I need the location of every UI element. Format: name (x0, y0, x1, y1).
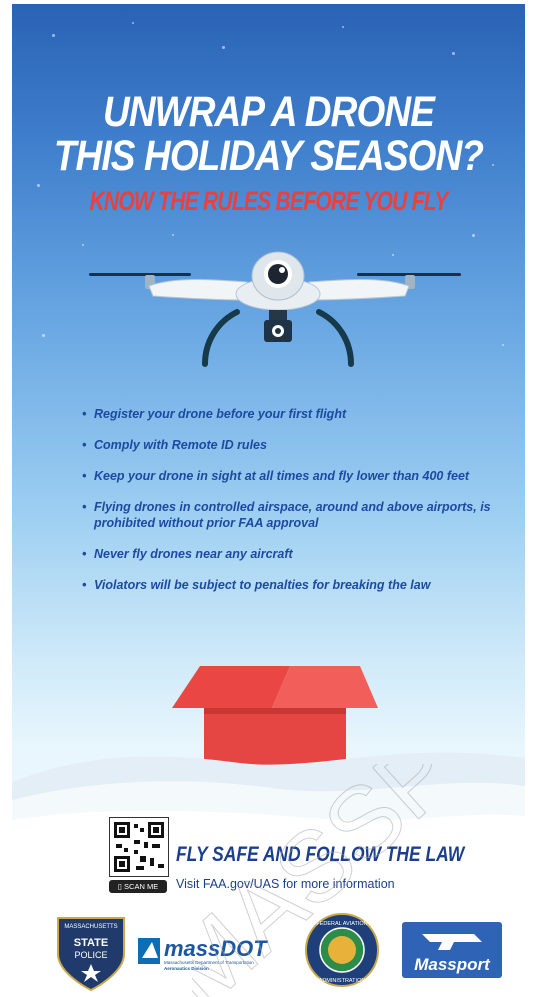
subheadline: KNOW THE RULES BEFORE YOU FLY (89, 186, 448, 216)
rule-item: • Comply with Remote ID rules (82, 438, 267, 452)
phone-icon: ▯ (117, 882, 122, 891)
qr-code-icon[interactable] (109, 817, 169, 877)
svg-text:FEDERAL AVIATION: FEDERAL AVIATION (316, 921, 367, 927)
svg-text:ADMINISTRATION: ADMINISTRATION (319, 978, 366, 984)
poster: UNWRAP A DRONE THIS HOLIDAY SEASON? KNOW… (12, 4, 525, 997)
massdot-logo: massDOT Massachusetts Department of Tran… (138, 936, 268, 971)
state-police-logo: MASSACHUSETTS STATE POLICE (57, 917, 125, 992)
rule-item: • Keep your drone in sight at all times a… (82, 469, 470, 483)
rule-item: • Violators will be subject to penalties … (82, 578, 431, 592)
fly-safe-tagline: FLY SAFE AND FOLLOW THE LAW (176, 843, 465, 866)
massport-logo: Massport (402, 922, 502, 978)
scan-me-badge[interactable]: ▯ SCAN ME (109, 880, 167, 893)
svg-text:Aeronautics Division: Aeronautics Division (164, 966, 209, 971)
drone-icon (89, 251, 461, 367)
svg-text:MASSACHUSETTS: MASSACHUSETTS (64, 924, 117, 930)
svg-text:STATE: STATE (74, 937, 108, 949)
rules-list: • Register your drone before your first f… (82, 406, 502, 593)
faa-seal-logo: FEDERAL AVIATION ADMINISTRATION (305, 913, 379, 987)
svg-text:massDOT: massDOT (164, 936, 268, 961)
headline-line-1: UNWRAP A DRONE (102, 88, 435, 136)
svg-text:Massport: Massport (414, 955, 491, 974)
svg-text:Massachusetts Department of Tr: Massachusetts Department of Transportati… (164, 960, 254, 965)
rule-item: • Register your drone before your first f… (82, 407, 347, 421)
headline-line-2: THIS HOLIDAY SEASON? (53, 132, 484, 180)
visit-faa-link[interactable]: Visit FAA.gov/UAS for more information (176, 876, 476, 892)
svg-text:POLICE: POLICE (74, 950, 107, 960)
rule-item: • Never fly drones near any aircraft (82, 547, 293, 561)
rule-item: • Flying drones in controlled airspace, a… (82, 500, 491, 530)
